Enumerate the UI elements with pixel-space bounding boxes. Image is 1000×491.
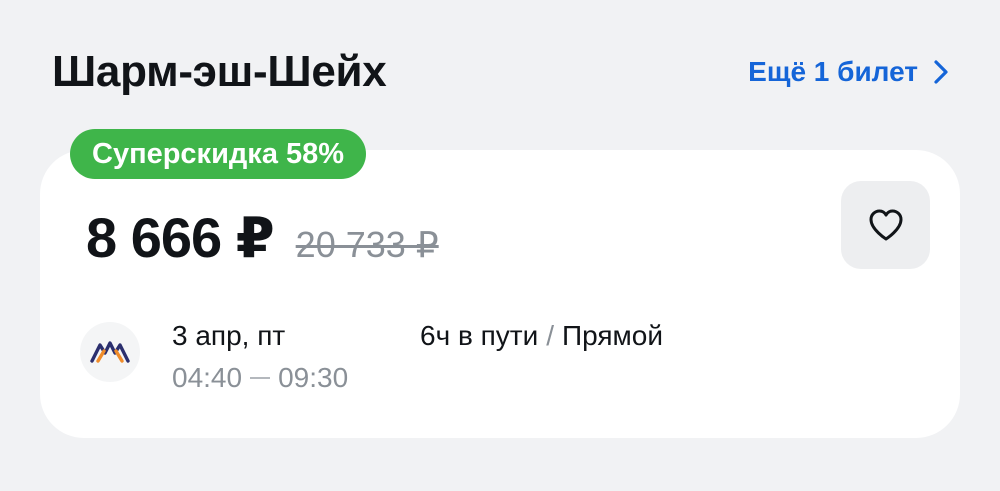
flight-times: 04:40 09:30 <box>172 360 348 396</box>
flight-stops: Прямой <box>562 320 664 351</box>
departure-time: 04:40 <box>172 362 243 393</box>
flight-info: 6ч в пути / Прямой <box>420 318 663 354</box>
page-title: Шарм-эш-Шейх <box>52 47 387 96</box>
current-price: 8 666 ₽ <box>86 206 275 269</box>
more-tickets-label: Ещё 1 билет <box>748 56 918 87</box>
arrival-time: 09:30 <box>278 362 349 393</box>
discount-badge: Суперскидка 58% <box>70 129 367 179</box>
favorite-button[interactable] <box>841 181 930 269</box>
time-separator <box>250 377 271 379</box>
flight-date: 3 апр, пт <box>172 320 286 351</box>
airline-logo-icon <box>90 341 130 363</box>
price-row: 8 666 ₽ 20 733 ₽ <box>86 205 439 275</box>
airline-logo <box>80 322 140 382</box>
old-price: 20 733 ₽ <box>295 224 439 265</box>
flight-duration: 6ч в пути <box>420 320 539 351</box>
heart-icon <box>869 209 902 241</box>
header: Шарм-эш-Шейх Ещё 1 билет <box>52 44 952 104</box>
info-separator: / <box>546 320 555 351</box>
more-tickets-link[interactable]: Ещё 1 билет <box>748 54 952 90</box>
chevron-right-icon <box>934 60 948 84</box>
